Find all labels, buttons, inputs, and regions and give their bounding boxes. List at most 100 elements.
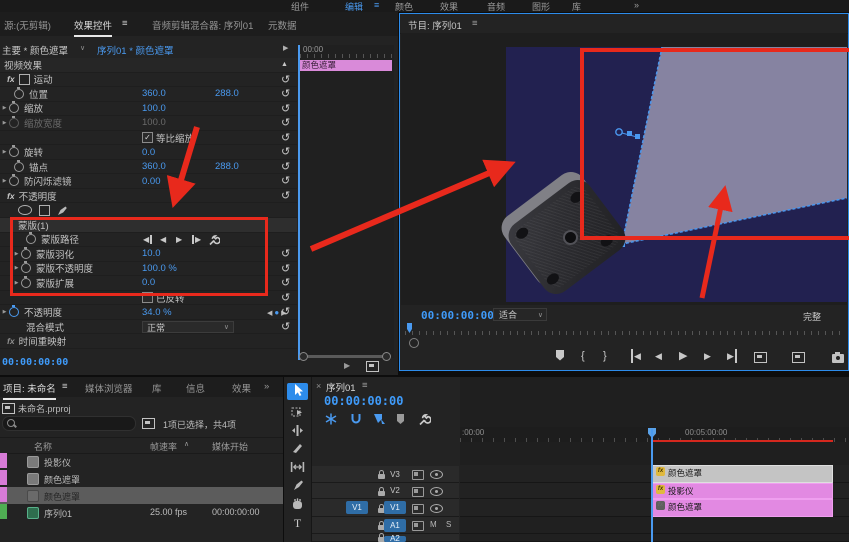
mask-path-row[interactable]: 蒙版路径 ◀ ◀ ▶ ▶ bbox=[0, 233, 297, 248]
timeline-expand-icon[interactable]: ▶ bbox=[283, 44, 288, 52]
position-y-value[interactable]: 288.0 bbox=[215, 88, 239, 99]
anchor-row[interactable]: 锚点 360.0 288.0 ↺ bbox=[0, 160, 297, 175]
track-header-a2-partial[interactable]: A2 bbox=[312, 534, 459, 542]
reset-icon[interactable]: ↺ bbox=[281, 247, 290, 261]
stopwatch-icon[interactable] bbox=[9, 176, 19, 186]
project-item-row[interactable]: 颜色遮罩 bbox=[0, 470, 283, 487]
clip-fx-badge[interactable]: fx bbox=[656, 501, 665, 510]
clip-fx-badge[interactable]: fx bbox=[656, 467, 665, 476]
mask-feather-value[interactable]: 10.0 bbox=[142, 248, 161, 259]
sync-lock-icon[interactable] bbox=[412, 504, 424, 514]
reset-icon[interactable]: ↺ bbox=[281, 262, 290, 276]
search-input[interactable] bbox=[2, 416, 136, 431]
selection-tool[interactable] bbox=[287, 383, 308, 400]
disclosure-icon[interactable]: ▶ bbox=[0, 120, 9, 126]
blend-mode-row[interactable]: 混合模式 正常 ∨ ↺ bbox=[0, 320, 297, 335]
track-header-v1[interactable]: V1 V1 bbox=[312, 499, 459, 517]
track-name-a1[interactable]: A1 bbox=[384, 519, 406, 532]
scale-row[interactable]: ▶ 缩放 100.0 ↺ bbox=[0, 102, 297, 117]
project-item-row-selected[interactable]: 颜色遮罩 bbox=[0, 487, 283, 504]
blend-mode-dropdown[interactable]: 正常 ∨ bbox=[142, 321, 234, 333]
edit-menu-icon[interactable]: ≡ bbox=[374, 0, 379, 10]
reset-icon[interactable]: ↺ bbox=[281, 87, 290, 101]
anchor-y-value[interactable]: 288.0 bbox=[215, 161, 239, 172]
type-tool[interactable]: T bbox=[287, 516, 308, 533]
stopwatch-icon[interactable] bbox=[9, 103, 19, 113]
timeline-timecode[interactable]: 00:00:00:00 bbox=[324, 394, 403, 408]
lane-v1[interactable]: fx颜色遮罩 bbox=[460, 499, 849, 517]
mask-expansion-row[interactable]: ▶ 蒙版扩展 0.0 ↺ bbox=[0, 276, 297, 291]
tab-media-browser[interactable]: 媒体浏览器 bbox=[85, 381, 133, 395]
track-output-eye-icon[interactable] bbox=[430, 504, 443, 513]
playback-resolution[interactable]: 完整 bbox=[803, 310, 821, 323]
effect-controls-menu-icon[interactable]: ≡ bbox=[122, 18, 128, 29]
workspace-tab-graphics[interactable]: 图形 bbox=[532, 0, 550, 13]
reset-icon[interactable]: ↺ bbox=[281, 320, 290, 334]
lane-a1[interactable] bbox=[460, 517, 849, 534]
video-effects-header[interactable]: 视频效果 ▲ bbox=[0, 58, 297, 73]
opacity-effect-row[interactable]: fx 不透明度 ↺ bbox=[0, 189, 297, 204]
disclosure-icon[interactable]: ▶ bbox=[0, 178, 9, 184]
scale-width-value[interactable]: 100.0 bbox=[142, 117, 166, 128]
new-bin-icon[interactable] bbox=[142, 418, 155, 429]
go-to-in-icon[interactable]: ◀ bbox=[631, 349, 641, 363]
step-back-icon[interactable]: ◀ bbox=[655, 349, 662, 363]
reset-icon[interactable]: ↺ bbox=[281, 174, 290, 188]
project-item-row[interactable]: 投影仪 bbox=[0, 453, 283, 470]
stopwatch-icon[interactable] bbox=[9, 147, 19, 157]
project-file-name[interactable]: 未命名.prproj bbox=[18, 402, 71, 415]
rotation-value[interactable]: 0.0 bbox=[142, 147, 155, 158]
pen-tool[interactable] bbox=[287, 478, 308, 495]
source-patch-v1[interactable]: V1 bbox=[346, 501, 368, 514]
tab-project[interactable]: 项目: 未命名 bbox=[3, 381, 56, 400]
mask-next-frame-icon[interactable]: ▶ bbox=[192, 235, 201, 244]
program-time-ruler[interactable] bbox=[405, 325, 843, 335]
reset-icon[interactable]: ↺ bbox=[281, 73, 290, 87]
sync-lock-icon[interactable] bbox=[412, 487, 424, 497]
mark-in-icon[interactable]: { bbox=[581, 349, 585, 363]
mask-opacity-row[interactable]: ▶ 蒙版不透明度 100.0 % ↺ bbox=[0, 262, 297, 277]
label-swatch[interactable] bbox=[0, 453, 7, 468]
clip-v2[interactable]: fx投影仪 bbox=[652, 483, 833, 499]
column-media-start[interactable]: 媒体开始 bbox=[212, 440, 248, 453]
tab-effect-controls[interactable]: 效果控件 bbox=[74, 18, 112, 37]
mask-track-backward-icon[interactable]: ◀ bbox=[160, 235, 166, 244]
column-framerate[interactable]: 帧速率 bbox=[150, 440, 177, 453]
stopwatch-icon[interactable] bbox=[14, 162, 24, 172]
play-audio-icon[interactable]: ▶ bbox=[344, 361, 350, 370]
stopwatch-icon[interactable] bbox=[9, 118, 19, 128]
timeline-settings-wrench-icon[interactable] bbox=[418, 413, 431, 426]
effect-timeline-playhead[interactable] bbox=[298, 45, 300, 360]
workspace-tab-libraries[interactable]: 库 bbox=[572, 0, 581, 13]
go-to-out-icon[interactable]: ▶ bbox=[727, 349, 737, 363]
mask-feather-row[interactable]: ▶ 蒙版羽化 10.0 ↺ bbox=[0, 247, 297, 262]
sort-asc-icon[interactable]: ∧ bbox=[184, 440, 189, 448]
stopwatch-icon[interactable] bbox=[26, 234, 36, 244]
track-header-a1[interactable]: A1 M S bbox=[312, 517, 459, 534]
clip-fx-badge[interactable]: fx bbox=[656, 485, 665, 494]
workspace-tab-audio[interactable]: 音频 bbox=[487, 0, 505, 13]
rect-mask-tool-icon[interactable] bbox=[39, 205, 50, 216]
ripple-edit-tool[interactable] bbox=[287, 424, 308, 441]
stopwatch-icon[interactable] bbox=[9, 307, 19, 317]
mute-button[interactable]: M bbox=[430, 520, 437, 529]
reset-icon[interactable]: ↺ bbox=[281, 305, 290, 319]
disclosure-icon[interactable]: ▶ bbox=[12, 251, 21, 257]
clip-v1[interactable]: fx颜色遮罩 bbox=[652, 499, 833, 517]
mask-expansion-value[interactable]: 0.0 bbox=[142, 277, 155, 288]
timeline-menu-icon[interactable]: ≡ bbox=[362, 380, 368, 391]
reset-icon[interactable]: ↺ bbox=[281, 160, 290, 174]
reset-icon[interactable]: ↺ bbox=[281, 145, 290, 159]
mask-track-forward-icon[interactable]: ▶ bbox=[176, 235, 182, 244]
hand-tool[interactable] bbox=[287, 497, 308, 514]
disclosure-icon[interactable]: ▶ bbox=[0, 309, 9, 315]
inverted-row[interactable]: 已反转 ↺ bbox=[0, 291, 297, 306]
anchor-x-value[interactable]: 360.0 bbox=[142, 161, 166, 172]
motion-effect-row[interactable]: fx 运动 ↺ bbox=[0, 73, 297, 88]
workspace-overflow-icon[interactable]: » bbox=[634, 0, 639, 10]
program-timecode[interactable]: 00:00:00:00 bbox=[421, 309, 494, 322]
position-x-value[interactable]: 360.0 bbox=[142, 88, 166, 99]
program-video-area[interactable] bbox=[401, 33, 847, 305]
track-name-v2[interactable]: V2 bbox=[384, 484, 406, 497]
effect-timeline-hscrollbar[interactable] bbox=[299, 352, 391, 361]
